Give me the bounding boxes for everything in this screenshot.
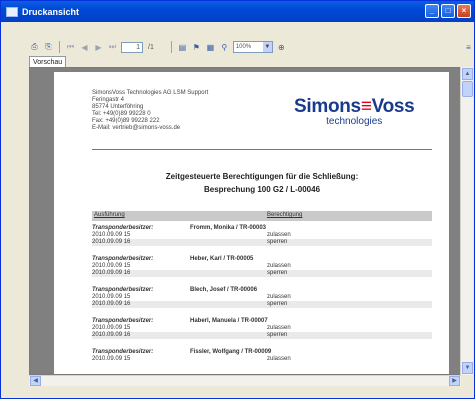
column-header-bar: Ausführung Berechtigung (92, 211, 432, 221)
next-page-icon[interactable]: ▶ (93, 42, 104, 53)
table-row: 2010.09.09 15 zulassen (92, 294, 432, 301)
zoom-value: 100% (235, 44, 252, 50)
column-header-berechtigung: Berechtigung (267, 212, 303, 218)
toolbar-separator (59, 41, 60, 53)
left-margin (1, 22, 29, 398)
scroll-left-icon[interactable]: ◀ (30, 376, 41, 386)
toolbar-separator (170, 41, 172, 53)
export-icon[interactable]: ▤ (177, 42, 188, 53)
entry-date: 2010.09.09 16 (92, 301, 131, 307)
print-icon[interactable]: ⎙ (29, 42, 40, 53)
print-preview-window: Druckansicht _ □ × ⎙ ⎘ ⏮ ◀ ▶ ⏭ 1 /1 ▤ ⚑ … (0, 0, 475, 399)
table-row: 2010.09.09 15 zulassen (92, 356, 432, 363)
print-setup-icon[interactable]: ⎘ (43, 42, 54, 53)
preview-toolbar: ⎙ ⎘ ⏮ ◀ ▶ ⏭ 1 /1 ▤ ⚑ ▦ ⚲ 100% ▼ ⊕ (29, 39, 449, 55)
entry-label: Transponderbesitzer: (92, 225, 154, 231)
app-icon (6, 6, 18, 17)
entry-date: 2010.09.09 16 (92, 270, 131, 276)
entry-date: 2010.09.09 16 (92, 332, 131, 338)
entry-state: sperren (267, 301, 288, 307)
address-line: SimonsVoss Technologies AG LSM Support (92, 90, 209, 96)
toolbar-overflow-icon[interactable]: ≡ (463, 42, 474, 53)
entry-label: Transponderbesitzer: (92, 256, 154, 262)
scroll-up-icon[interactable]: ▲ (462, 68, 473, 80)
search-icon[interactable]: ⚲ (219, 42, 230, 53)
table-view-icon[interactable]: ▦ (205, 42, 216, 53)
last-page-icon[interactable]: ⏭ (107, 42, 118, 53)
entry-transponder: Fromm, Monika / TR-00003 (190, 225, 267, 231)
table-row: 2010.09.09 16 sperren (92, 239, 432, 246)
entry-date: 2010.09.09 16 (92, 239, 131, 245)
group-tree-icon[interactable]: ⚑ (191, 42, 202, 53)
list-item: Transponderbesitzer: Fissler, Wolfgang / … (92, 349, 432, 373)
scroll-right-icon[interactable]: ▶ (449, 376, 460, 386)
minimize-button[interactable]: _ (425, 4, 439, 18)
address-line: Tel: +49(0)89 99228 0 (92, 111, 151, 117)
entry-state: zulassen (267, 232, 291, 238)
first-page-icon[interactable]: ⏮ (65, 42, 76, 53)
window-bottom-border (1, 387, 474, 398)
table-row: 2010.09.09 15 zulassen (92, 232, 432, 239)
entry-label: Transponderbesitzer: (92, 287, 154, 293)
entry-transponder: Fissler, Wolfgang / TR-00009 (190, 349, 272, 355)
title-bar[interactable]: Druckansicht _ □ × (1, 1, 474, 22)
entry-date: 2010.09.09 15 (92, 232, 131, 238)
entry-state: sperren (267, 239, 288, 245)
maximize-button[interactable]: □ (441, 4, 455, 18)
preview-viewport: SimonsVoss Technologies AG LSM Support F… (29, 67, 461, 375)
scroll-down-icon[interactable]: ▼ (462, 362, 473, 374)
header-divider (92, 149, 432, 150)
column-header-ausfuehrung: Ausführung (94, 212, 125, 218)
table-row: 2010.09.09 15 zulassen (92, 263, 432, 270)
list-item: Transponderbesitzer: Blech, Josef / TR-00… (92, 287, 432, 311)
entry-state: zulassen (267, 356, 291, 362)
address-line: Feringastr 4 (92, 97, 125, 103)
entry-date: 2010.09.09 15 (92, 263, 131, 269)
address-line: E-Mail: vertrieb@simons-voss.de (92, 125, 181, 131)
table-row: 2010.09.09 16 sperren (92, 270, 432, 277)
entry-label: Transponderbesitzer: (92, 318, 154, 324)
vertical-scroll-thumb[interactable] (462, 81, 473, 97)
page-total-label: /1 (148, 43, 154, 51)
entry-label: Transponderbesitzer: (92, 349, 154, 355)
zoom-select[interactable]: 100% ▼ (232, 41, 273, 53)
horizontal-scrollbar[interactable]: ◀ ▶ (29, 375, 461, 386)
page-number-input[interactable]: 1 (121, 41, 143, 53)
table-row: 2010.09.09 15 zulassen (92, 325, 432, 332)
entry-state: sperren (267, 332, 288, 338)
table-row: 2010.09.09 16 sperren (92, 332, 432, 339)
previous-page-icon[interactable]: ◀ (79, 42, 90, 53)
entry-transponder: Blech, Josef / TR-00006 (190, 287, 258, 293)
list-item: Transponderbesitzer: Heber, Karl / TR-000… (92, 256, 432, 280)
table-row: 2010.09.09 16 sperren (92, 301, 432, 308)
entry-date: 2010.09.09 15 (92, 325, 131, 331)
entry-state: zulassen (267, 294, 291, 300)
sender-address: SimonsVoss Technologies AG LSM Support F… (92, 90, 208, 132)
list-item: Transponderbesitzer: Fromm, Monika / TR-0… (92, 225, 432, 249)
chevron-down-icon[interactable]: ▼ (262, 42, 272, 52)
window-title: Druckansicht (22, 6, 80, 17)
entry-transponder: Haberl, Manuela / TR-00007 (190, 318, 268, 324)
simonsvoss-logo: Simons≡Voss technologies (294, 96, 415, 127)
report-heading-line2: Besprechung 100 G2 / L-00046 (203, 185, 321, 194)
list-item: Transponderbesitzer: Haberl, Manuela / TR… (92, 318, 432, 342)
entry-state: zulassen (267, 263, 291, 269)
vertical-scrollbar[interactable]: ▲ ▼ (460, 67, 473, 375)
entry-transponder: Heber, Karl / TR-00005 (190, 256, 254, 262)
window-controls: _ □ × (425, 4, 471, 18)
address-line: 85774 Unterföhring (92, 104, 144, 110)
report-page: SimonsVoss Technologies AG LSM Support F… (54, 72, 449, 374)
close-button[interactable]: × (457, 4, 471, 18)
help-icon[interactable]: ⊕ (276, 42, 287, 53)
entry-date: 2010.09.09 15 (92, 356, 131, 362)
entry-state: sperren (267, 270, 288, 276)
entry-state: zulassen (267, 325, 291, 331)
report-heading-line1: Zeitgesteuerte Berechtigungen für die Sc… (165, 172, 359, 181)
address-line: Fax: +49(0)89 99228 222 (92, 118, 160, 124)
entry-date: 2010.09.09 15 (92, 294, 131, 300)
